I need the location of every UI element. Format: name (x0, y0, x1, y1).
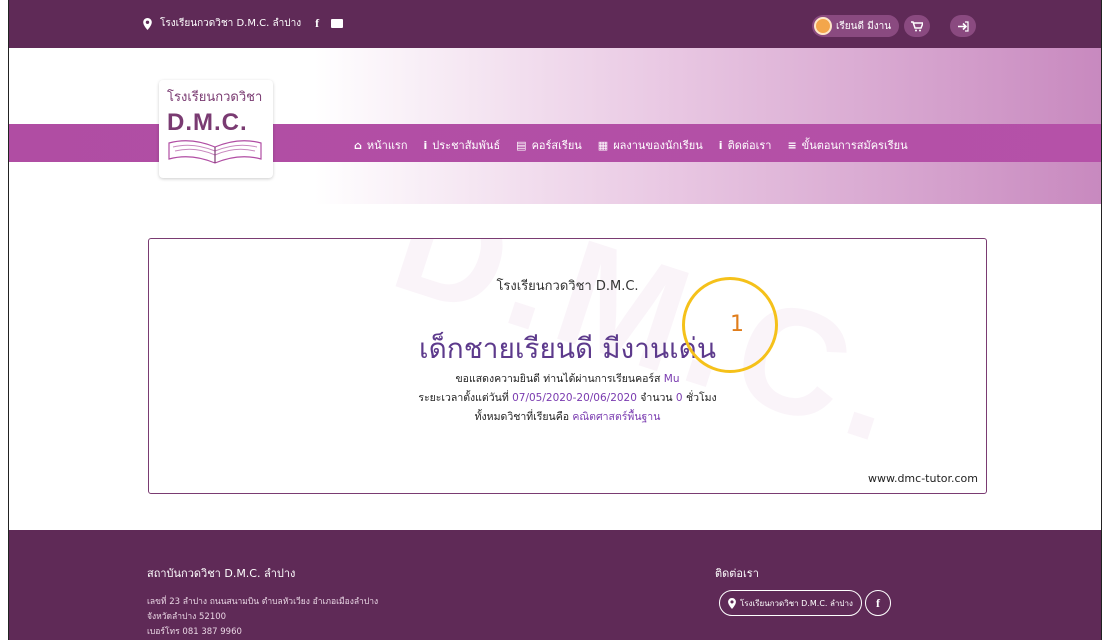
nav-label-news: ประชาสัมพันธ์ (432, 139, 501, 152)
footer-address: เลขที่ 23 ลำปาง ถนนสนามบิน ตำบลหัวเวียง … (147, 597, 379, 607)
nav-item-contact[interactable]: i ติดต่อเรา (719, 136, 772, 154)
certificate-school: โรงเรียนกวดวิชา D.M.C. (496, 279, 639, 294)
page: โรงเรียนกวดวิชา D.M.C. ลำปาง f เรียนดี ม… (8, 0, 1102, 640)
map-pin-icon (143, 17, 152, 30)
course-name: Mu (663, 373, 680, 385)
home-icon: ⌂ (354, 138, 362, 152)
congrats-text: ขอแสดงความยินดี ท่านได้ผ่านการเรียนคอร์ส (455, 373, 661, 385)
book-icon: ▤ (516, 138, 527, 152)
certificate-subjects: ทั้งหมดวิชาที่เรียนคือ คณิตศาสตร์พื้นฐาน (149, 408, 986, 425)
location-link[interactable]: โรงเรียนกวดวิชา D.M.C. ลำปาง f (143, 16, 344, 31)
nav-label-contact: ติดต่อเรา (727, 139, 772, 152)
nav-label-steps: ขั้นตอนการสมัครเรียน (801, 139, 908, 152)
logo-line1: โรงเรียนกวดวิชา (167, 90, 263, 105)
newspaper-icon: ▦ (597, 138, 609, 152)
certificate-website: www.dmc-tutor.com (867, 472, 978, 485)
logo-line2: D.M.C. (167, 109, 248, 136)
period-prefix: ระยะเวลาตั้งแต่วันที่ (418, 392, 509, 404)
nav-item-steps[interactable]: ≡ ขั้นตอนการสมัครเรียน (787, 136, 907, 154)
nav-item-home[interactable]: ⌂ หน้าแรก (354, 136, 407, 154)
subjects-value: คณิตศาสตร์พื้นฐาน (572, 411, 661, 423)
map-pin-icon (728, 597, 736, 609)
logout-button[interactable] (950, 15, 976, 37)
footer-contact-title: ติดต่อเรา (715, 567, 759, 580)
annotation-number: 1 (730, 312, 744, 337)
footer-location-button[interactable]: โรงเรียนกวดวิชา D.M.C. ลำปาง (719, 590, 862, 616)
mail-icon[interactable] (331, 19, 344, 28)
user-name: เรียนดี มีงาน (836, 20, 892, 32)
top-bar: โรงเรียนกวดวิชา D.M.C. ลำปาง f เรียนดี ม… (9, 0, 1101, 48)
nav-label-home: หน้าแรก (366, 139, 408, 152)
subjects-prefix: ทั้งหมดวิชาที่เรียนคือ (474, 411, 570, 423)
certificate-period: ระยะเวลาตั้งแต่วันที่ 07/05/2020-20/06/2… (149, 389, 986, 406)
site-logo[interactable]: โรงเรียนกวดวิชา D.M.C. (159, 80, 273, 178)
info-icon: i (423, 138, 428, 152)
footer-title: สถาบันกวดวิชา D.M.C. ลำปาง (147, 567, 296, 580)
certificate-congrats: ขอแสดงความยินดี ท่านได้ผ่านการเรียนคอร์ส… (149, 370, 986, 387)
footer-location-label: โรงเรียนกวดวิชา D.M.C. ลำปาง (740, 598, 853, 608)
book-logo-icon (168, 140, 262, 164)
footer-province: จังหวัดลำปาง 52100 (147, 612, 227, 622)
location-label: โรงเรียนกวดวิชา D.M.C. ลำปาง (160, 18, 302, 29)
nav-item-courses[interactable]: ▤ คอร์สเรียน (516, 136, 582, 154)
facebook-icon[interactable]: f (315, 16, 319, 31)
certificate-student-name: เด็กชายเรียนดี มีงานเด่น (419, 332, 716, 365)
certificate-card: D.M.C. โรงเรียนกวดวิชา D.M.C. เด็กชายเรี… (148, 238, 987, 494)
list-icon: ≡ (787, 138, 797, 152)
site-footer: สถาบันกวดวิชา D.M.C. ลำปาง เลขที่ 23 ลำป… (9, 530, 1101, 640)
nav-label-courses: คอร์สเรียน (531, 139, 582, 152)
hours-value: 0 (675, 392, 683, 404)
period-dates: 07/05/2020-20/06/2020 (512, 392, 637, 404)
logout-icon (958, 20, 969, 32)
facebook-icon: f (876, 595, 880, 610)
hours-suffix: ชั่วโมง (685, 392, 717, 404)
hours-prefix: จำนวน (640, 392, 673, 404)
nav-item-news[interactable]: i ประชาสัมพันธ์ (423, 136, 500, 154)
cart-icon (911, 20, 923, 31)
site-header: โรงเรียนกวดวิชา D.M.C. ⌂ หน้าแรก i ประชาสั… (9, 48, 1101, 204)
nav-label-works: ผลงานของนักเรียน (613, 139, 703, 152)
avatar (814, 17, 832, 35)
user-menu-button[interactable]: เรียนดี มีงาน (812, 15, 900, 37)
info-icon: i (718, 138, 723, 152)
main-nav: ⌂ หน้าแรก i ประชาสัมพันธ์ ▤ คอร์สเรียน ▦ ผลง… (354, 136, 908, 154)
nav-item-works[interactable]: ▦ ผลงานของนักเรียน (598, 136, 703, 154)
footer-phone: เบอร์โทร 081 387 9960 (147, 627, 242, 637)
footer-facebook-button[interactable]: f (865, 590, 891, 616)
cart-button[interactable] (904, 15, 930, 37)
